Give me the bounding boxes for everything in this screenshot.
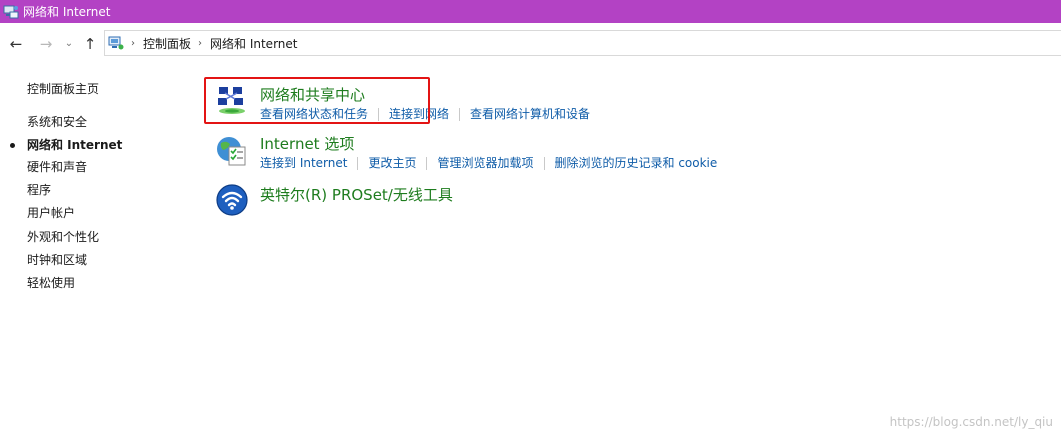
up-button[interactable]: ↑ — [80, 32, 100, 56]
internet-options-icon — [217, 137, 246, 166]
breadcrumb-separator: › — [131, 37, 135, 49]
back-button[interactable]: ← — [6, 32, 26, 56]
control-panel-icon — [108, 36, 124, 50]
sidebar-item-network-internet: 网络和 Internet — [10, 136, 123, 154]
sidebar-item-appearance[interactable]: 外观和个性化 — [27, 228, 99, 246]
link-separator — [357, 156, 359, 170]
internet-options-tasks: 连接到 Internet 更改主页 管理浏览器加载项 删除浏览的历史记录和 co… — [260, 155, 717, 171]
intel-wireless-icon — [216, 184, 248, 216]
sidebar-item-hardware-sound[interactable]: 硬件和声音 — [27, 158, 87, 176]
connect-to-internet-link[interactable]: 连接到 Internet — [260, 155, 347, 171]
recent-locations-button[interactable]: ⌄ — [62, 32, 76, 56]
delete-history-link[interactable]: 删除浏览的历史记录和 cookie — [555, 155, 718, 171]
link-separator — [543, 156, 545, 170]
change-homepage-link[interactable]: 更改主页 — [368, 155, 416, 171]
sidebar-item-ease-of-access[interactable]: 轻松使用 — [27, 274, 75, 292]
address-bar[interactable]: › 控制面板 › 网络和 Internet — [104, 30, 1061, 56]
network-icon — [3, 5, 19, 18]
sidebar-item-programs[interactable]: 程序 — [27, 181, 51, 199]
arrow-right-icon: → — [39, 35, 53, 53]
current-item-bullet — [10, 143, 15, 148]
watermark: https://blog.csdn.net/ly_qiu — [889, 415, 1053, 429]
red-highlight-box — [204, 77, 430, 124]
sidebar-item-label: 网络和 Internet — [27, 138, 123, 152]
sidebar-item-home[interactable]: 控制面板主页 — [27, 80, 99, 98]
window-title: 网络和 Internet — [23, 5, 111, 19]
view-network-computers-link[interactable]: 查看网络计算机和设备 — [470, 106, 590, 122]
breadcrumb-separator: › — [198, 37, 203, 49]
sidebar-item-user-accounts[interactable]: 用户帐户 — [27, 204, 75, 222]
manage-addons-link[interactable]: 管理浏览器加载项 — [437, 155, 533, 171]
sidebar-item-system-security[interactable]: 系统和安全 — [27, 113, 87, 131]
arrow-left-icon: ← — [9, 35, 23, 53]
breadcrumb-network-internet[interactable]: 网络和 Internet — [210, 35, 297, 52]
internet-options-link[interactable]: Internet 选项 — [260, 134, 354, 154]
link-separator — [459, 107, 461, 121]
forward-button[interactable]: → — [36, 32, 56, 56]
title-bar: 网络和 Internet — [0, 0, 1061, 23]
chevron-down-icon: ⌄ — [64, 38, 74, 49]
address-row: ← → ⌄ ↑ › 控制面板 › 网络和 Internet — [0, 23, 1061, 65]
breadcrumb-control-panel[interactable]: 控制面板 — [143, 35, 191, 52]
sidebar-item-clock-region[interactable]: 时钟和区域 — [27, 251, 87, 269]
intel-proset-wireless-link[interactable]: 英特尔(R) PROSet/无线工具 — [260, 185, 453, 205]
arrow-up-icon: ↑ — [83, 35, 97, 53]
link-separator — [426, 156, 428, 170]
